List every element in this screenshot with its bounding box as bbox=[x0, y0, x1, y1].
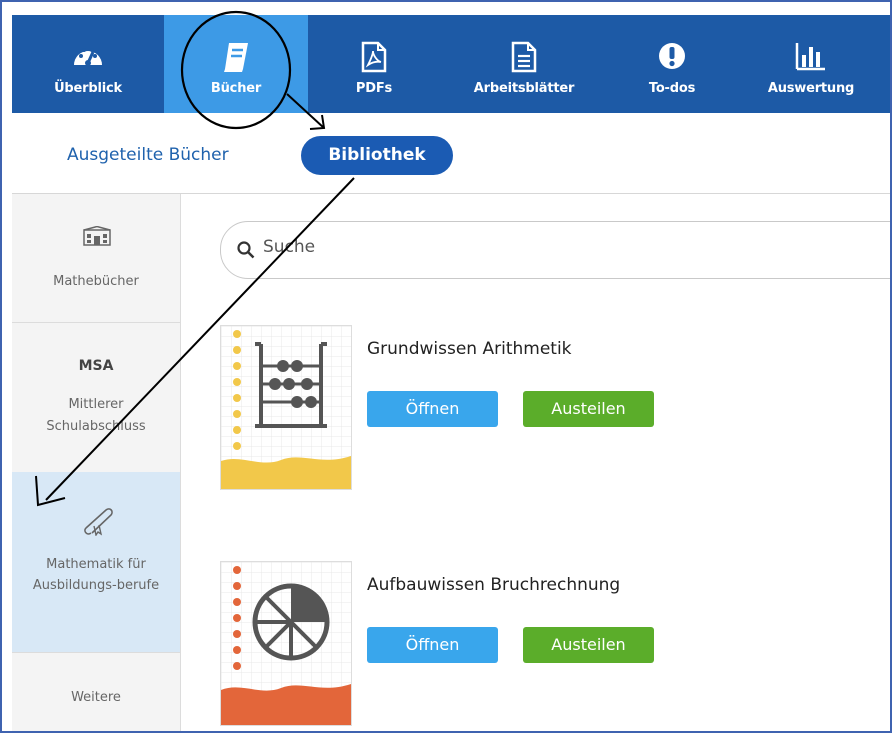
nav-item-auswertung[interactable]: Auswertung bbox=[736, 15, 886, 113]
sidebar-item-ausbildungsberufe[interactable]: Mathematik für Ausbildungs-berufe bbox=[12, 472, 180, 653]
sidebar-item-label: Weitere bbox=[71, 690, 121, 705]
sidebar-item-title: MSA bbox=[78, 358, 114, 374]
tab-ausgeteilte-buecher[interactable]: Ausgeteilte Bücher bbox=[67, 145, 229, 165]
nav-label: Bücher bbox=[210, 81, 262, 96]
book-icon bbox=[224, 43, 248, 72]
nav-label: To-dos bbox=[648, 81, 696, 96]
tab-bibliothek[interactable]: Bibliothek bbox=[301, 136, 453, 175]
open-button[interactable]: Öffnen bbox=[367, 627, 498, 663]
app-window: Überblick Bücher PDFs Arbeitsblätter To-… bbox=[0, 0, 892, 733]
open-button[interactable]: Öffnen bbox=[367, 391, 498, 427]
share-button[interactable]: Austeilen bbox=[523, 391, 654, 427]
sidebar-item-weitere[interactable]: Weitere bbox=[12, 652, 180, 731]
bar-chart-icon bbox=[795, 43, 825, 71]
nav-item-pdfs[interactable]: PDFs bbox=[308, 15, 440, 113]
book-title: Grundwissen Arithmetik bbox=[367, 339, 572, 359]
pdf-icon bbox=[361, 41, 387, 73]
abacus-cover-image bbox=[221, 326, 351, 489]
sub-navigation: Ausgeteilte Bücher Bibliothek bbox=[12, 113, 890, 194]
top-navigation: Überblick Bücher PDFs Arbeitsblätter To-… bbox=[12, 15, 890, 113]
search-input[interactable] bbox=[261, 236, 665, 258]
search-icon bbox=[237, 241, 255, 259]
sidebar-item-msa[interactable]: MSA Mittlerer Schulabschluss bbox=[12, 322, 180, 473]
book-card: Aufbauwissen Bruchrechnung Öffnen Austei… bbox=[220, 561, 890, 731]
book-title: Aufbauwissen Bruchrechnung bbox=[367, 575, 621, 595]
share-button[interactable]: Austeilen bbox=[523, 627, 654, 663]
nav-item-todos[interactable]: To-dos bbox=[608, 15, 736, 113]
category-sidebar: Mathebücher MSA Mittlerer Schulabschluss… bbox=[12, 194, 181, 731]
sidebar-item-label: Mathematik für Ausbildungs-berufe bbox=[32, 557, 160, 593]
diploma-icon bbox=[84, 508, 113, 536]
search-box bbox=[220, 221, 890, 279]
nav-item-buecher[interactable]: Bücher bbox=[164, 15, 308, 113]
document-icon bbox=[511, 41, 537, 73]
book-card: Grundwissen Arithmetik Öffnen Austeilen bbox=[220, 325, 890, 495]
school-building-icon bbox=[83, 226, 111, 246]
alert-icon bbox=[659, 43, 685, 69]
book-cover[interactable] bbox=[220, 325, 352, 490]
fraction-circle-cover-image bbox=[221, 562, 351, 725]
nav-item-ueberblick[interactable]: Überblick bbox=[12, 15, 164, 113]
dashboard-icon bbox=[74, 48, 102, 66]
nav-label: Überblick bbox=[54, 81, 122, 96]
nav-label: Arbeitsblätter bbox=[473, 81, 575, 96]
sidebar-item-label: Mathebücher bbox=[53, 274, 139, 289]
sidebar-item-mathebuecher[interactable]: Mathebücher bbox=[12, 194, 180, 323]
sidebar-item-label: Mittlerer Schulabschluss bbox=[46, 397, 146, 434]
nav-label: Auswertung bbox=[767, 81, 855, 96]
book-cover[interactable] bbox=[220, 561, 352, 726]
nav-item-arbeitsblaetter[interactable]: Arbeitsblätter bbox=[440, 15, 608, 113]
nav-label: PDFs bbox=[355, 81, 393, 96]
